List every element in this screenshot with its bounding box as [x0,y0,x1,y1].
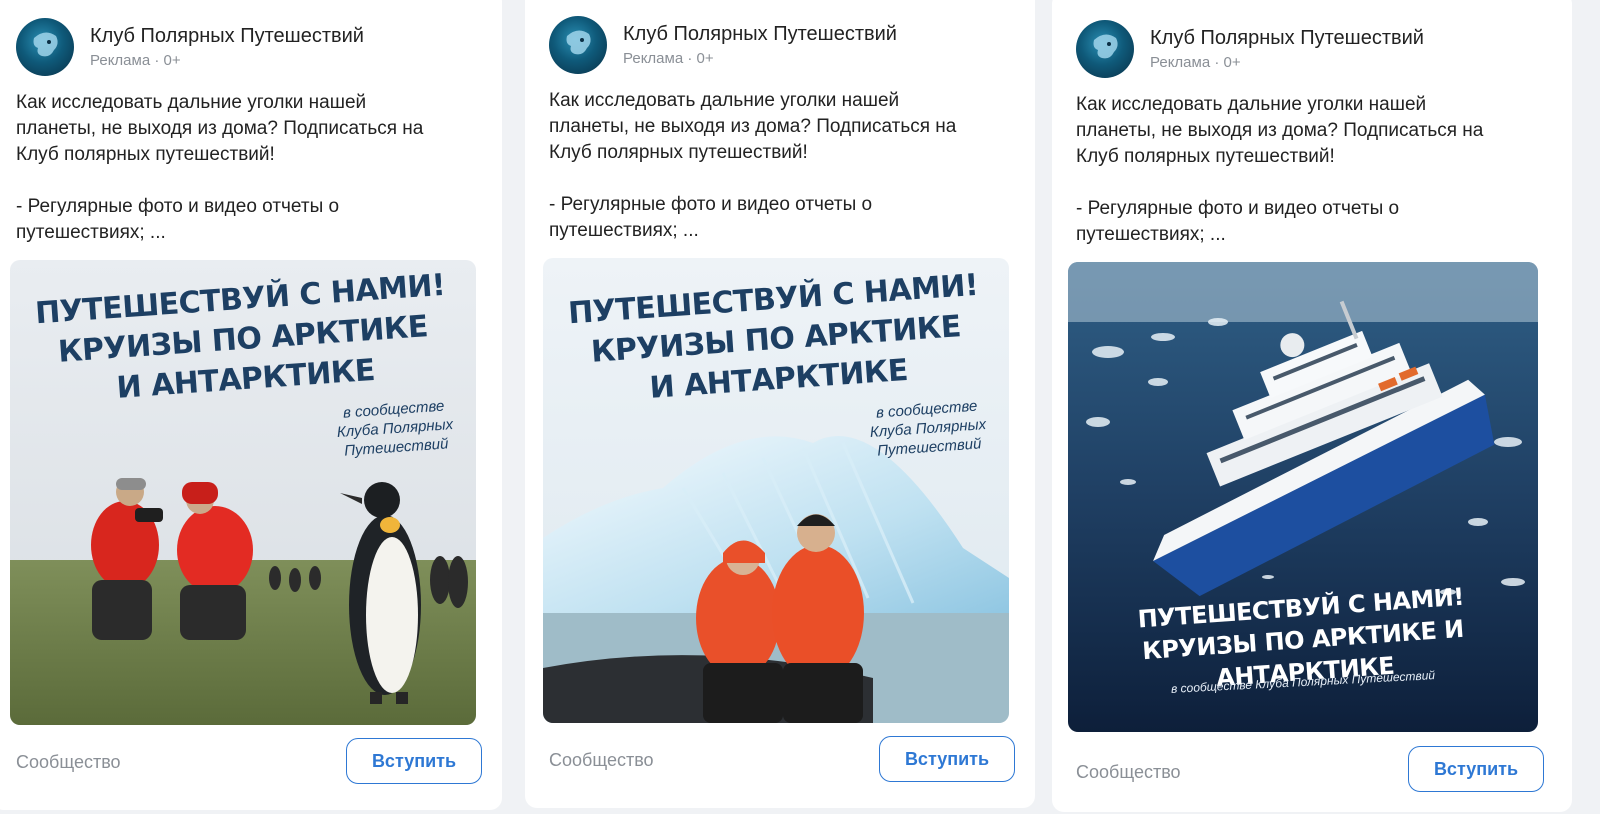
ad-text: Как исследовать дальние уголки нашей пла… [549,90,957,241]
polar-club-logo-icon[interactable] [1076,20,1134,78]
ad-card-1: Клуб Полярных Путешествий Реклама · 0+ К… [0,0,502,810]
group-name[interactable]: Клуб Полярных Путешествий [90,24,364,48]
polar-club-logo-icon[interactable] [16,18,74,76]
ad-banner[interactable]: ПУТЕШЕСТВУЙ С НАМИ! КРУИЗЫ ПО АРКТИКЕ И … [543,258,1009,723]
ad-header[interactable]: Клуб Полярных Путешествий Реклама · 0+ [16,18,364,76]
footer-label: Сообщество [1076,762,1181,782]
join-button[interactable]: Вступить [1408,746,1544,792]
banner-subtitle: в сообществе Клуба Полярных Путешествий [869,397,987,460]
group-name[interactable]: Клуб Полярных Путешествий [623,22,897,46]
ad-header[interactable]: Клуб Полярных Путешествий Реклама · 0+ [1076,20,1424,78]
ad-card-2: Клуб Полярных Путешествий Реклама · 0+ К… [525,0,1035,808]
footer-label: Сообщество [16,752,121,772]
ad-card-3: Клуб Полярных Путешествий Реклама · 0+ К… [1052,0,1572,812]
ad-label: Реклама · 0+ [90,52,181,69]
polar-club-logo-icon[interactable] [549,16,607,74]
join-button[interactable]: Вступить [346,738,482,784]
ad-header[interactable]: Клуб Полярных Путешествий Реклама · 0+ [549,16,897,74]
ad-banner[interactable]: ПУТЕШЕСТВУЙ С НАМИ! КРУИЗЫ ПО АРКТИКЕ И … [10,260,476,725]
footer-label: Сообщество [549,750,654,770]
join-button[interactable]: Вступить [879,736,1015,782]
banner-subtitle: в сообществе Клуба Полярных Путешествий [336,397,454,460]
ad-text: Как исследовать дальние уголки нашей пла… [1076,94,1484,245]
ad-banner[interactable]: ПУТЕШЕСТВУЙ С НАМИ! КРУИЗЫ ПО АРКТИКЕ И … [1068,262,1538,732]
group-name[interactable]: Клуб Полярных Путешествий [1150,26,1424,50]
ad-label: Реклама · 0+ [623,50,714,67]
ad-text: Как исследовать дальние уголки нашей пла… [16,92,424,243]
ad-label: Реклама · 0+ [1150,54,1241,71]
